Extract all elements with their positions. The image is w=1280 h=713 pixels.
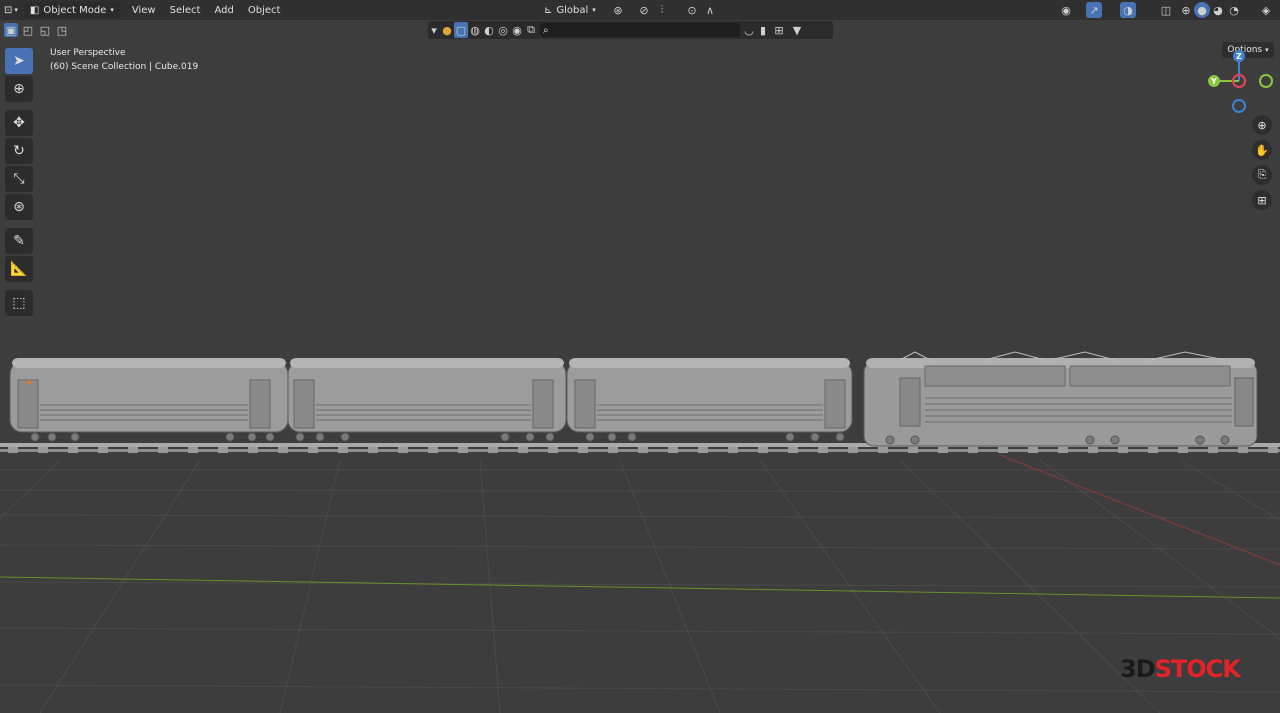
filter-images-icon[interactable]: ⧉ bbox=[524, 22, 538, 38]
move-tool[interactable]: ✥ bbox=[5, 110, 33, 136]
chevron-down-icon: ▾ bbox=[14, 6, 18, 14]
ruler-icon: 📐 bbox=[10, 261, 28, 277]
mode-label: Object Mode bbox=[43, 4, 107, 16]
rotate-tool[interactable]: ↻ bbox=[5, 138, 33, 164]
xray-icon[interactable]: ◫ bbox=[1158, 2, 1174, 18]
render-icon[interactable]: ◈ bbox=[1258, 2, 1274, 18]
ortho-grid-icon[interactable]: ⊞ bbox=[1252, 190, 1272, 210]
viewport-header: ⊡ ▾ ◧ Object Mode ▾ View Select Add Objec… bbox=[0, 0, 1280, 20]
mode-select[interactable]: ◧ Object Mode ▾ bbox=[23, 2, 120, 18]
color-picker-icon[interactable]: ● bbox=[440, 22, 454, 38]
y-axis-line bbox=[0, 576, 1280, 599]
rotate-icon: ↻ bbox=[13, 143, 25, 159]
scale-tool[interactable]: ⤡ bbox=[5, 166, 33, 192]
viewport-collection-label: (60) Scene Collection | Cube.019 bbox=[50, 62, 199, 72]
filter-objects-icon[interactable]: ▢ bbox=[454, 22, 468, 38]
snap-icon[interactable]: ⊘ bbox=[636, 2, 652, 18]
add-cube-tool[interactable]: ⬚ bbox=[5, 290, 33, 316]
select-subtract-icon[interactable]: ◱ bbox=[38, 23, 52, 37]
menu-add[interactable]: Add bbox=[210, 1, 237, 19]
add-cube-icon: ⬚ bbox=[12, 295, 26, 311]
search-icon: ⌕ bbox=[543, 24, 549, 36]
cursor-arrow-icon: ➤ bbox=[13, 53, 25, 69]
right-navigation: ⊕ ✋ ⎘ ⊞ bbox=[1252, 115, 1274, 215]
locomotive[interactable] bbox=[863, 351, 1258, 447]
watermark-logo: 3DSTOCK bbox=[1120, 655, 1241, 683]
watermark-part1: 3D bbox=[1120, 655, 1156, 683]
annotate-tool[interactable]: ✎ bbox=[5, 228, 33, 254]
select-new-icon[interactable]: ▣ bbox=[4, 23, 18, 37]
object-mode-icon: ◧ bbox=[29, 4, 40, 16]
restrict-icon[interactable]: ◡ bbox=[742, 22, 756, 38]
pan-hand-icon[interactable]: ✋ bbox=[1252, 140, 1272, 160]
z-axis-label: Z bbox=[1236, 52, 1242, 61]
outliner-filter-bar: ▾ ● ▢ ◍ ◐ ◎ ◉ ⧉ ⌕ ◡ ▮ ⊞ ▼ bbox=[428, 21, 833, 39]
cursor-tool[interactable]: ⊕ bbox=[5, 76, 33, 102]
y-axis-label: Y bbox=[1210, 77, 1217, 86]
crosshair-icon: ⊕ bbox=[13, 81, 25, 97]
selection-mode-group: ▣ ◰ ◱ ◳ bbox=[4, 23, 69, 37]
origin-point bbox=[27, 380, 31, 384]
measure-tool[interactable]: 📐 bbox=[5, 256, 33, 282]
viewport-perspective-label: User Perspective bbox=[50, 48, 126, 58]
editor-type-icon: ⊡ bbox=[4, 4, 13, 16]
pivot-point-icon[interactable]: ⊛ bbox=[610, 2, 626, 18]
left-toolbar: ➤ ⊕ ✥ ↻ ⤡ ⊛ ✎ 📐 ⬚ bbox=[5, 48, 35, 318]
falloff-icon[interactable]: ∧ bbox=[702, 2, 718, 18]
material-shading-icon[interactable]: ◕ bbox=[1210, 2, 1226, 18]
sort-icon[interactable]: ⊞ bbox=[770, 22, 788, 38]
overlay-toggle-icon[interactable]: ◑ bbox=[1120, 2, 1136, 18]
solid-shading-icon[interactable]: ● bbox=[1194, 2, 1210, 18]
editor-type-button[interactable]: ⊡ ▾ bbox=[0, 1, 22, 19]
select-extend-icon[interactable]: ◰ bbox=[21, 23, 35, 37]
chevron-down-icon: ▾ bbox=[110, 6, 114, 14]
snap-target-icon[interactable]: ⫶ bbox=[654, 2, 670, 18]
pencil-icon: ✎ bbox=[13, 233, 25, 249]
scale-icon: ⤡ bbox=[13, 171, 25, 187]
transform-tool[interactable]: ⊛ bbox=[5, 194, 33, 220]
transform-orientation-select[interactable]: ⊾ Global ▾ bbox=[540, 1, 600, 19]
proportional-edit-icon[interactable]: ⊙ bbox=[684, 2, 700, 18]
filter-textures-icon[interactable]: ◎ bbox=[496, 22, 510, 38]
transform-icon: ⊛ bbox=[13, 199, 25, 215]
neg-z-axis-icon[interactable] bbox=[1232, 99, 1246, 113]
filter-meshes-icon[interactable]: ◍ bbox=[468, 22, 482, 38]
menu-object[interactable]: Object bbox=[244, 1, 285, 19]
menu-select[interactable]: Select bbox=[166, 1, 205, 19]
navigation-gizmo[interactable]: Z Y bbox=[1200, 45, 1280, 117]
visibility-icon[interactable]: ◉ bbox=[1058, 2, 1074, 18]
rendered-shading-icon[interactable]: ◔ bbox=[1226, 2, 1242, 18]
menu-view[interactable]: View bbox=[128, 1, 160, 19]
train-car-1[interactable] bbox=[9, 358, 289, 442]
floor-grid bbox=[0, 459, 1280, 713]
bookmark-icon[interactable]: ▮ bbox=[756, 22, 770, 38]
zoom-icon[interactable]: ⊕ bbox=[1252, 115, 1272, 135]
3d-viewport[interactable] bbox=[0, 40, 1280, 713]
tool-settings-bar: ▣ ◰ ◱ ◳ ▾ ● ▢ ◍ ◐ ◎ ◉ ⧉ ⌕ ◡ ▮ ⊞ ▼ Option… bbox=[0, 20, 1280, 58]
watermark-part2: STOCK bbox=[1154, 655, 1241, 683]
filter-lights-icon[interactable]: ◉ bbox=[510, 22, 524, 38]
outliner-search-input[interactable]: ⌕ bbox=[540, 23, 740, 37]
filter-funnel-icon[interactable]: ▼ bbox=[788, 22, 806, 38]
move-icon: ✥ bbox=[13, 115, 25, 131]
train-car-3[interactable] bbox=[566, 358, 853, 442]
scene-canvas bbox=[0, 351, 1280, 713]
camera-view-icon[interactable]: ⎘ bbox=[1252, 165, 1272, 185]
filter-materials-icon[interactable]: ◐ bbox=[482, 22, 496, 38]
select-box-tool[interactable]: ➤ bbox=[5, 48, 33, 74]
gizmo-toggle-icon[interactable]: ↗ bbox=[1086, 2, 1102, 18]
train-car-2[interactable] bbox=[287, 358, 567, 442]
chevron-down-icon: ▾ bbox=[592, 6, 596, 14]
chevron-down-icon[interactable]: ▾ bbox=[428, 22, 440, 38]
wireframe-shading-icon[interactable]: ⊕ bbox=[1178, 2, 1194, 18]
neg-y-axis-icon[interactable] bbox=[1259, 74, 1273, 88]
orientation-label: Global bbox=[556, 4, 589, 16]
orientation-icon: ⊾ bbox=[544, 4, 553, 16]
select-intersect-icon[interactable]: ◳ bbox=[55, 23, 69, 37]
